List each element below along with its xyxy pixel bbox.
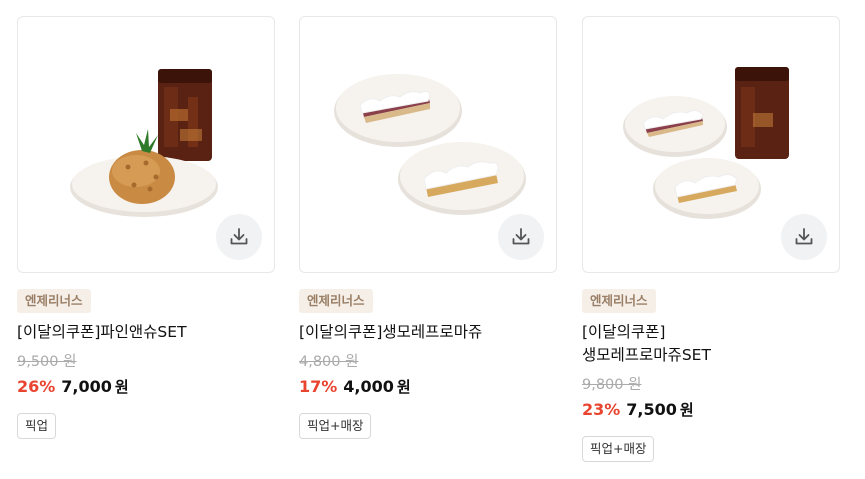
product-card[interactable]: 엔제리너스 [이달의쿠폰] 생모레프로마쥬SET 9,800 원 23% 7,50… (582, 16, 840, 462)
download-button[interactable] (498, 214, 544, 260)
price-row: 23% 7,500 원 (582, 399, 840, 421)
original-price: 9,800 원 (582, 377, 642, 393)
pickup-store-tag: 픽업+매장 (582, 436, 655, 462)
original-price: 4,800 원 (299, 354, 359, 370)
product-image-frame[interactable] (17, 16, 275, 273)
product-grid: 엔제리너스 [이달의쿠폰]파인앤슈SET 9,500 원 26% 7,000 원 픽… (0, 0, 865, 479)
product-image-frame[interactable] (299, 16, 557, 273)
currency-label: 원 (396, 378, 411, 396)
brand-badge: 엔제리너스 (582, 289, 656, 313)
discount-rate: 17% (299, 377, 338, 396)
sale-price: 7,000 (61, 377, 112, 396)
download-button[interactable] (781, 214, 827, 260)
discount-rate: 26% (17, 377, 56, 396)
download-icon (230, 228, 248, 245)
sale-price: 4,000 (343, 377, 394, 396)
product-image-frame[interactable] (582, 16, 840, 273)
download-icon (512, 228, 530, 245)
product-title[interactable]: [이달의쿠폰] 생모레프로마쥬SET (582, 321, 822, 367)
currency-label: 원 (679, 401, 694, 419)
product-title[interactable]: [이달의쿠폰]파인앤슈SET (17, 321, 257, 344)
price-row: 26% 7,000 원 (17, 376, 275, 398)
pickup-tag: 픽업 (17, 413, 57, 439)
sale-price: 7,500 (626, 400, 677, 419)
download-icon (795, 228, 813, 245)
brand-badge: 엔제리너스 (299, 289, 373, 313)
product-title[interactable]: [이달의쿠폰]생모레프로마쥬 (299, 321, 539, 344)
currency-label: 원 (114, 378, 129, 396)
original-price: 9,500 원 (17, 354, 77, 370)
pickup-store-tag: 픽업+매장 (299, 413, 372, 439)
product-card[interactable]: 엔제리너스 [이달의쿠폰]생모레프로마쥬 4,800 원 17% 4,000 원 픽… (299, 16, 557, 439)
discount-rate: 23% (582, 400, 621, 419)
product-card[interactable]: 엔제리너스 [이달의쿠폰]파인앤슈SET 9,500 원 26% 7,000 원 픽… (17, 16, 275, 439)
brand-badge: 엔제리너스 (17, 289, 91, 313)
download-button[interactable] (216, 214, 262, 260)
price-row: 17% 4,000 원 (299, 376, 557, 398)
